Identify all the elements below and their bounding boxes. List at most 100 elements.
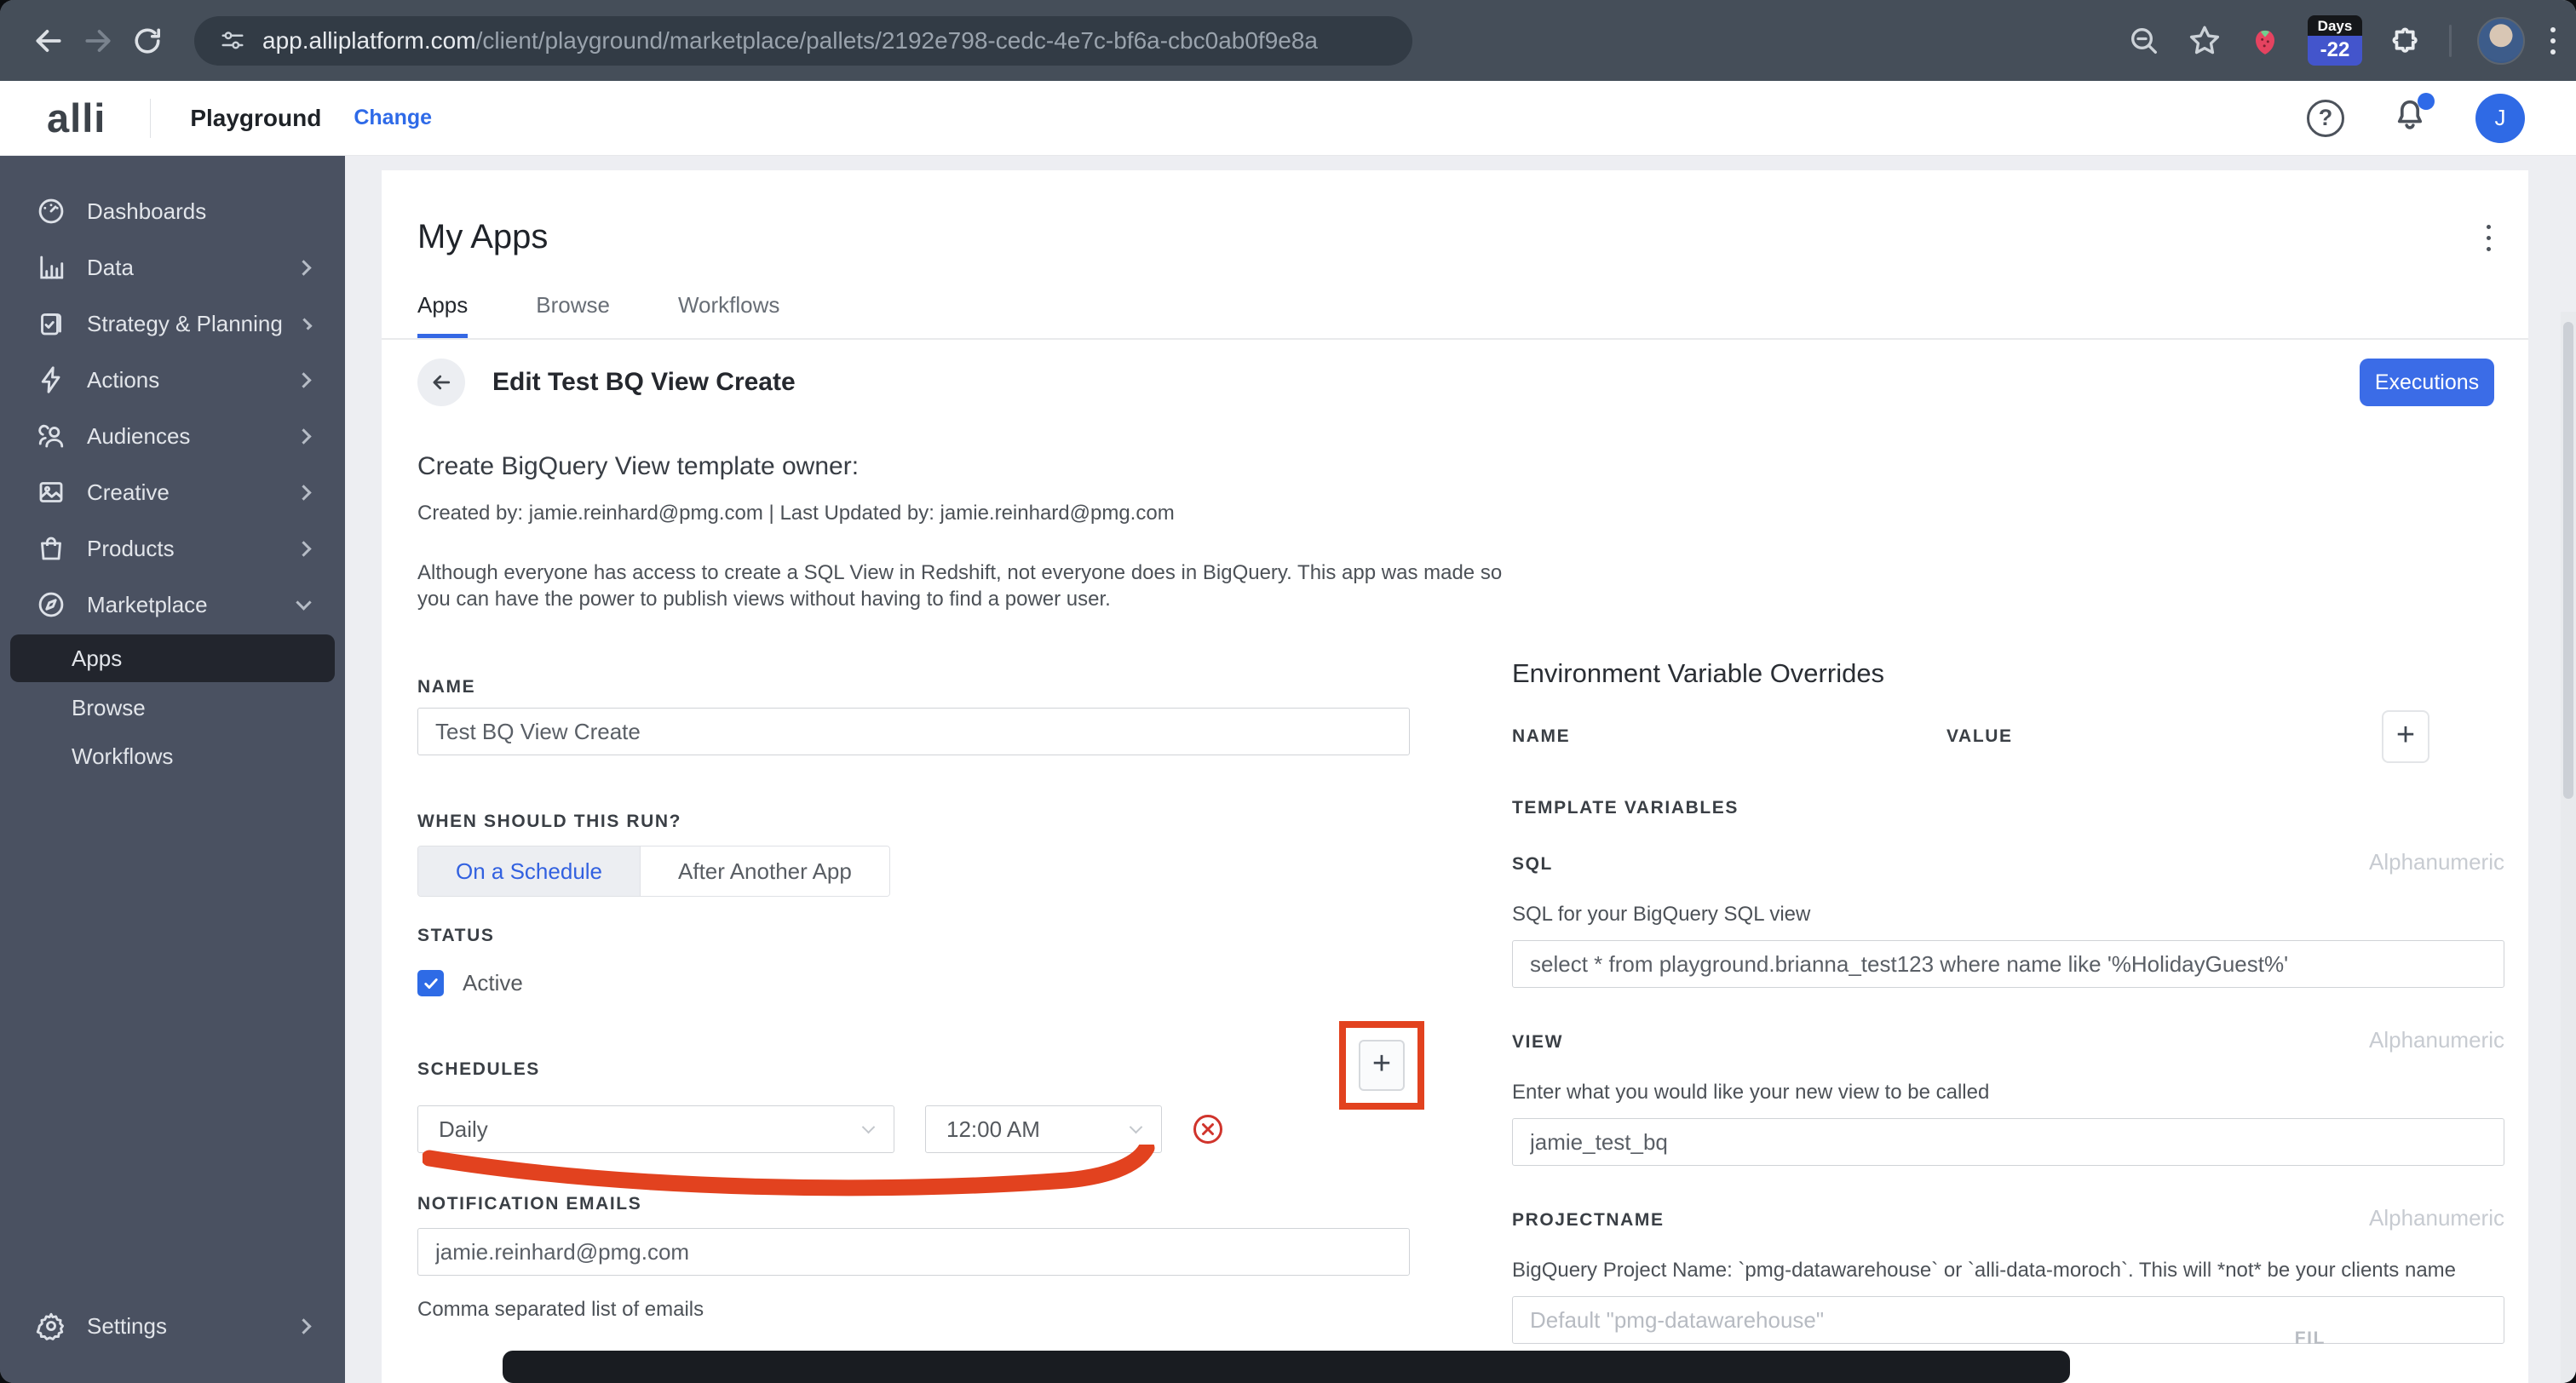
content-area: My Apps Apps Browse Workflows Edit Test …	[345, 156, 2576, 1383]
executions-button[interactable]: Executions	[2360, 359, 2494, 406]
sidebar-item-label: Audiences	[87, 422, 191, 449]
sql-helper-text: SQL for your BigQuery SQL view	[1512, 903, 1811, 926]
sidebar: Dashboards Data Strategy & Planning Acti…	[0, 156, 345, 1383]
projectname-label: PROJECTNAME	[1512, 1210, 1665, 1230]
run-when-segmented-control: On a Schedule After Another App	[417, 846, 890, 897]
tab-workflows[interactable]: Workflows	[678, 292, 779, 338]
help-icon[interactable]: ?	[2307, 99, 2344, 137]
browser-chrome: app.alliplatform.com/client/playground/m…	[0, 0, 2576, 81]
sidebar-item-dashboards[interactable]: Dashboards	[0, 183, 345, 239]
edit-header: Edit Test BQ View Create Executions	[382, 340, 2528, 425]
sidebar-item-strategy-planning[interactable]: Strategy & Planning	[0, 296, 345, 352]
sidebar-item-label: Actions	[87, 366, 160, 393]
address-bar[interactable]: app.alliplatform.com/client/playground/m…	[194, 15, 1412, 66]
sidebar-item-label: Creative	[87, 479, 170, 505]
back-button[interactable]	[417, 359, 465, 406]
forward-arrow-icon	[85, 29, 111, 52]
sidebar-item-marketplace[interactable]: Marketplace	[0, 577, 345, 633]
extensions-puzzle-icon[interactable]	[2388, 23, 2424, 59]
days-countdown-extension[interactable]: Days -22	[2308, 15, 2362, 66]
active-checkbox[interactable]	[417, 970, 444, 996]
app-header: alli Playground Change ? J	[0, 81, 2576, 156]
zoom-out-icon[interactable]	[2127, 24, 2161, 58]
view-input[interactable]	[1512, 1118, 2504, 1166]
chevron-right-icon	[296, 428, 312, 445]
projectname-input[interactable]	[1512, 1296, 2504, 1344]
alli-logo[interactable]: alli	[47, 95, 106, 141]
sidebar-item-label: Marketplace	[87, 591, 208, 617]
url-domain: app.alliplatform.com	[262, 26, 476, 54]
notification-emails-input[interactable]	[417, 1228, 1410, 1276]
client-name: Playground	[190, 104, 322, 131]
option-after-another-app[interactable]: After Another App	[641, 846, 889, 896]
schedule-frequency-select[interactable]: Daily	[417, 1105, 894, 1153]
sidebar-subitem-workflows[interactable]: Workflows	[0, 732, 345, 781]
page-title: My Apps	[417, 218, 549, 255]
sidebar-item-label: Strategy & Planning	[87, 310, 283, 336]
lightning-icon	[36, 364, 66, 395]
user-avatar[interactable]: J	[2475, 93, 2525, 143]
back-arrow-icon	[36, 29, 61, 52]
browser-profile-avatar[interactable]	[2477, 16, 2525, 65]
schedule-time-select[interactable]: 12:00 AM	[925, 1105, 1162, 1153]
notifications-button[interactable]	[2390, 93, 2435, 140]
tab-browse[interactable]: Browse	[536, 292, 610, 338]
bookmark-star-icon[interactable]	[2187, 23, 2222, 59]
browser-window: app.alliplatform.com/client/playground/m…	[0, 0, 2576, 1383]
sidebar-item-creative[interactable]: Creative	[0, 464, 345, 520]
notification-emails-label: NOTIFICATION EMAILS	[417, 1194, 642, 1214]
app-settings-column: NAME WHEN SHOULD THIS RUN? On a Schedule…	[417, 677, 1424, 1344]
sidebar-item-products[interactable]: Products	[0, 520, 345, 577]
tab-apps[interactable]: Apps	[417, 292, 469, 338]
sidebar-subitem-apps[interactable]: Apps	[10, 634, 335, 682]
chevron-right-icon	[296, 1317, 312, 1334]
projectname-helper-text: BigQuery Project Name: `pmg-datawarehous…	[1512, 1259, 2457, 1282]
sidebar-subitem-browse[interactable]: Browse	[0, 684, 345, 732]
active-checkbox-label: Active	[463, 970, 523, 996]
url-text[interactable]: app.alliplatform.com/client/playground/m…	[262, 27, 1318, 55]
add-env-variable-button[interactable]: +	[2382, 710, 2429, 763]
frequency-value: Daily	[439, 1116, 488, 1142]
sidebar-item-settings[interactable]: Settings	[0, 1298, 345, 1354]
days-badge-label: Days	[2308, 15, 2362, 36]
template-owner-heading: Create BigQuery View template owner:	[417, 452, 860, 480]
add-schedule-button[interactable]: +	[1359, 1040, 1405, 1091]
sql-input[interactable]	[1512, 940, 2504, 988]
emails-helper-text: Comma separated list of emails	[417, 1298, 704, 1321]
red-annotation-rectangle: +	[1339, 1021, 1424, 1110]
browser-forward-button[interactable]	[73, 16, 123, 66]
delete-schedule-button[interactable]	[1193, 1114, 1223, 1145]
check-icon	[423, 978, 438, 989]
sidebar-subitem-label: Apps	[72, 645, 123, 671]
sidebar-item-data[interactable]: Data	[0, 239, 345, 296]
option-on-a-schedule[interactable]: On a Schedule	[418, 846, 641, 896]
back-arrow-icon	[433, 375, 451, 390]
browser-refresh-button[interactable]	[123, 16, 172, 66]
chevron-right-icon	[296, 371, 312, 388]
browser-back-button[interactable]	[24, 16, 73, 66]
view-label: VIEW	[1512, 1032, 1564, 1052]
change-client-link[interactable]: Change	[354, 106, 432, 130]
card-menu-icon[interactable]	[2487, 225, 2491, 251]
env-name-column-header: NAME	[1512, 726, 1571, 746]
chrome-menu-icon[interactable]	[2550, 26, 2556, 55]
header-divider	[150, 98, 152, 138]
sidebar-item-actions[interactable]: Actions	[0, 352, 345, 408]
strawberry-extension-icon[interactable]	[2248, 24, 2282, 58]
edit-title: Edit Test BQ View Create	[492, 368, 796, 396]
scrollbar[interactable]	[2561, 312, 2576, 1383]
cutoff-next-field-label: FIL	[2294, 1328, 2326, 1348]
notification-badge	[2418, 93, 2435, 110]
gear-icon	[36, 1311, 66, 1341]
days-badge-value: -22	[2308, 36, 2362, 66]
site-settings-icon[interactable]	[220, 28, 245, 54]
name-input[interactable]	[417, 708, 1410, 755]
url-path: /client/playground/marketplace/pallets/2…	[475, 26, 1318, 54]
env-value-column-header: VALUE	[1946, 726, 2013, 746]
scrollbar-thumb[interactable]	[2563, 322, 2573, 799]
sidebar-item-audiences[interactable]: Audiences	[0, 408, 345, 464]
sql-label: SQL	[1512, 854, 1553, 874]
environment-column: Environment Variable Overrides NAME VALU…	[1512, 658, 2504, 1348]
view-helper-text: Enter what you would like your new view …	[1512, 1081, 1990, 1104]
shopping-bag-icon	[36, 533, 66, 564]
